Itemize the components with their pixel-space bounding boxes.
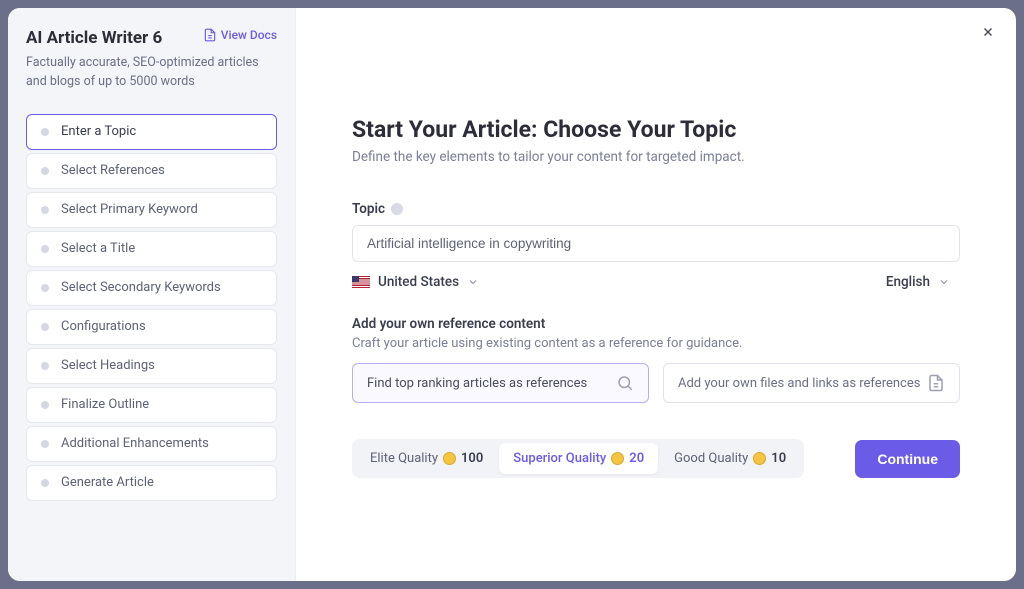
reference-options-row: Find top ranking articles as references … [352,363,960,403]
sidebar-header: AI Article Writer 6 View Docs [26,28,277,48]
sidebar-subtitle: Factually accurate, SEO-optimized articl… [26,54,277,92]
step-label: Select References [61,163,165,178]
step-configurations[interactable]: Configurations [26,309,277,345]
step-dot-icon [41,362,49,370]
topic-label-row: Topic [352,201,960,217]
step-additional-enhancements[interactable]: Additional Enhancements [26,426,277,462]
info-icon[interactable] [391,203,403,215]
search-icon [616,374,634,392]
step-label: Select Headings [61,358,155,373]
reference-option-label: Add your own files and links as referenc… [678,376,920,391]
locale-row: United States English [352,274,960,290]
chevron-down-icon [938,276,950,288]
us-flag-icon [352,276,370,288]
reference-title: Add your own reference content [352,316,960,332]
step-generate-article[interactable]: Generate Article [26,465,277,501]
topic-label: Topic [352,201,385,217]
coin-icon [443,452,456,465]
quality-selector: Elite Quality 100 Superior Quality 20 Go… [352,439,804,478]
coin-icon [611,452,624,465]
sidebar: AI Article Writer 6 View Docs Factually … [8,8,296,581]
view-docs-label: View Docs [221,28,277,42]
step-select-references[interactable]: Select References [26,153,277,189]
close-button[interactable] [978,22,998,42]
step-list: Enter a Topic Select References Select P… [26,114,277,501]
footer-row: Elite Quality 100 Superior Quality 20 Go… [352,439,960,478]
step-dot-icon [41,401,49,409]
step-label: Configurations [61,319,146,334]
step-dot-icon [41,479,49,487]
step-dot-icon [41,284,49,292]
step-enter-topic[interactable]: Enter a Topic [26,114,277,150]
reference-subtitle: Craft your article using existing conten… [352,336,960,351]
topic-input[interactable] [352,225,960,262]
quality-label: Elite Quality [370,451,438,466]
view-docs-link[interactable]: View Docs [203,28,277,42]
chevron-down-icon [467,276,479,288]
step-label: Generate Article [61,475,154,490]
file-icon [927,374,945,392]
quality-count: 10 [771,451,786,466]
step-dot-icon [41,167,49,175]
step-label: Select Secondary Keywords [61,280,221,295]
step-dot-icon [41,128,49,136]
page-subtitle: Define the key elements to tailor your c… [352,149,960,165]
step-label: Additional Enhancements [61,436,209,451]
document-icon [203,28,217,42]
reference-option-label: Find top ranking articles as references [367,376,587,391]
step-select-title[interactable]: Select a Title [26,231,277,267]
main-panel: Start Your Article: Choose Your Topic De… [296,8,1016,581]
quality-count: 100 [461,451,483,466]
continue-button[interactable]: Continue [855,440,960,478]
country-select[interactable]: United States [352,274,479,290]
step-finalize-outline[interactable]: Finalize Outline [26,387,277,423]
step-dot-icon [41,323,49,331]
close-icon [981,25,995,39]
quality-good[interactable]: Good Quality 10 [660,443,800,474]
quality-elite[interactable]: Elite Quality 100 [356,443,497,474]
step-label: Enter a Topic [61,124,136,139]
step-select-headings[interactable]: Select Headings [26,348,277,384]
reference-option-top-articles[interactable]: Find top ranking articles as references [352,363,649,403]
step-dot-icon [41,440,49,448]
step-select-primary-keyword[interactable]: Select Primary Keyword [26,192,277,228]
language-label: English [886,274,930,290]
coin-icon [753,452,766,465]
language-select[interactable]: English [886,274,950,290]
quality-count: 20 [629,451,644,466]
page-title: Start Your Article: Choose Your Topic [352,116,960,143]
step-label: Finalize Outline [61,397,149,412]
quality-label: Good Quality [674,451,748,466]
quality-superior[interactable]: Superior Quality 20 [499,443,658,474]
step-label: Select a Title [61,241,135,256]
country-label: United States [378,274,459,290]
step-label: Select Primary Keyword [61,202,198,217]
quality-label: Superior Quality [513,451,606,466]
step-select-secondary-keywords[interactable]: Select Secondary Keywords [26,270,277,306]
modal-container: AI Article Writer 6 View Docs Factually … [8,8,1016,581]
sidebar-title: AI Article Writer 6 [26,28,162,48]
step-dot-icon [41,206,49,214]
step-dot-icon [41,245,49,253]
reference-option-own-files[interactable]: Add your own files and links as referenc… [663,363,960,403]
